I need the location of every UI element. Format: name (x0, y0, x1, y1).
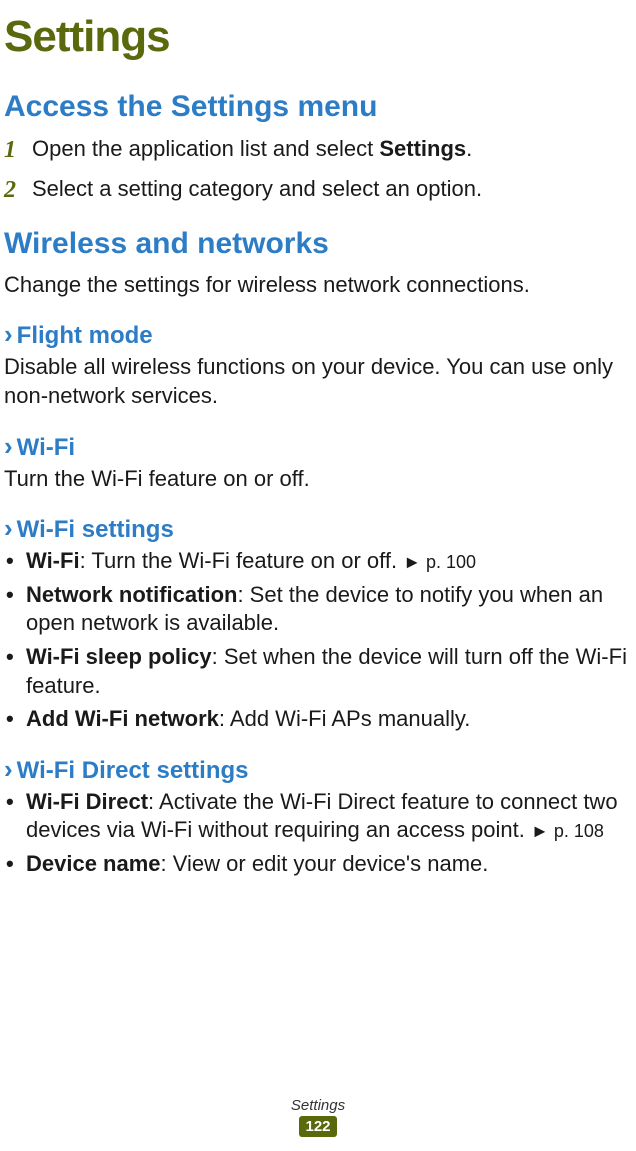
wifi-title: Wi-Fi (17, 434, 75, 462)
page-ref: ► p. 108 (531, 820, 604, 843)
page-footer: Settings 122 (0, 1097, 636, 1137)
item-bold: Wi-Fi Direct (26, 789, 148, 814)
list-item: Wi-Fi Direct: Activate the Wi-Fi Direct … (4, 788, 632, 845)
item-text: : Turn the Wi-Fi feature on or off. (80, 548, 404, 573)
list-item: Wi-Fi: Turn the Wi-Fi feature on or off.… (4, 547, 632, 576)
step-2: 2 Select a setting category and select a… (4, 174, 632, 206)
wireless-intro: Change the settings for wireless network… (4, 271, 632, 300)
step-1-text: Open the application list and select Set… (32, 134, 632, 164)
step-1: 1 Open the application list and select S… (4, 134, 632, 166)
section-wireless-title: Wireless and networks (4, 227, 632, 261)
item-text: : View or edit your device's name. (161, 851, 489, 876)
wifi-direct-title: Wi-Fi Direct settings (17, 757, 249, 785)
list-item: Wi-Fi sleep policy: Set when the device … (4, 643, 632, 700)
item-bold: Wi-Fi (26, 548, 80, 573)
page-number: 122 (299, 1116, 336, 1137)
chevron-right-icon: › (4, 515, 13, 541)
subheading-wifi-direct: › Wi-Fi Direct settings (4, 756, 632, 785)
step-1-bold: Settings (379, 136, 466, 161)
step-2-number: 2 (4, 174, 32, 206)
chevron-right-icon: › (4, 756, 13, 782)
item-bold: Network notification (26, 582, 237, 607)
step-1-post: . (466, 136, 472, 161)
page-ref: ► p. 100 (403, 551, 476, 574)
flight-mode-title: Flight mode (17, 322, 153, 350)
step-1-pre: Open the application list and select (32, 136, 379, 161)
list-item: Network notification: Set the device to … (4, 581, 632, 638)
wifi-direct-list: Wi-Fi Direct: Activate the Wi-Fi Direct … (4, 788, 632, 879)
chevron-right-icon: › (4, 321, 13, 347)
chevron-right-icon: › (4, 433, 13, 459)
subheading-wifi-settings: › Wi-Fi settings (4, 515, 632, 544)
item-text: : Add Wi-Fi APs manually. (219, 706, 470, 731)
page-title: Settings (4, 12, 632, 62)
subheading-flight-mode: › Flight mode (4, 321, 632, 350)
item-bold: Device name (26, 851, 161, 876)
list-item: Device name: View or edit your device's … (4, 850, 632, 879)
footer-section-label: Settings (0, 1097, 636, 1114)
item-bold: Wi-Fi sleep policy (26, 644, 212, 669)
subheading-wifi: › Wi-Fi (4, 433, 632, 462)
section-access-settings-title: Access the Settings menu (4, 90, 632, 124)
wifi-settings-list: Wi-Fi: Turn the Wi-Fi feature on or off.… (4, 547, 632, 734)
wifi-body: Turn the Wi-Fi feature on or off. (4, 465, 632, 494)
flight-mode-body: Disable all wireless functions on your d… (4, 353, 632, 410)
access-steps-list: 1 Open the application list and select S… (4, 134, 632, 207)
item-bold: Add Wi-Fi network (26, 706, 219, 731)
step-1-number: 1 (4, 134, 32, 166)
step-2-text: Select a setting category and select an … (32, 174, 632, 204)
wifi-settings-title: Wi-Fi settings (17, 516, 174, 544)
list-item: Add Wi-Fi network: Add Wi-Fi APs manuall… (4, 705, 632, 734)
